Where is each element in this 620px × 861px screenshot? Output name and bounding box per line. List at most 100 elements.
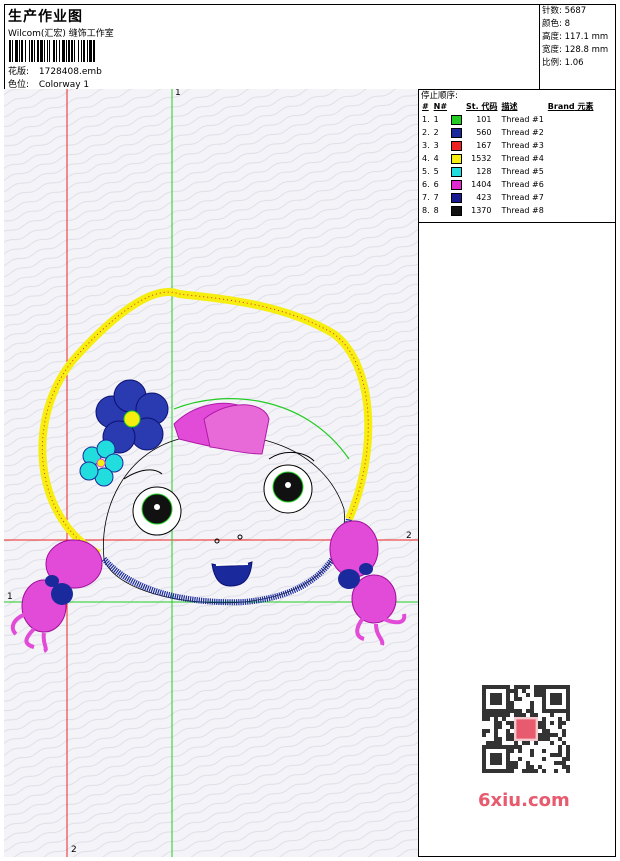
row-index: 3. — [422, 141, 430, 150]
row-index: 8. — [422, 206, 430, 215]
color-swatch — [451, 127, 463, 138]
row-index: 5. — [422, 167, 430, 176]
row-brand — [546, 191, 596, 204]
page-title: 生产作业图 — [8, 9, 83, 25]
row-swatch — [449, 126, 464, 139]
right-eye — [263, 464, 313, 514]
row-desc: Thread #1 — [501, 115, 544, 124]
stitch-count-value: 5687 — [564, 6, 587, 16]
scale-label: 比例: — [542, 58, 562, 68]
col-header-swatch — [449, 100, 464, 113]
row-brand — [546, 178, 596, 191]
design-file-value: 1728408.emb — [38, 67, 102, 77]
table-row: 1. 1 101 Thread #1 — [420, 113, 595, 126]
row-n: 5 — [433, 167, 439, 176]
col-header-st: St. 代码 — [464, 100, 499, 113]
row-index: 4. — [422, 154, 430, 163]
color-swatch — [451, 205, 463, 216]
guide-label-top: 1 — [175, 89, 181, 98]
barcode — [9, 40, 95, 62]
height-label: 高度: — [542, 32, 562, 42]
guide-label-right: 2 — [406, 531, 412, 541]
stop-sequence-table: # N# St. 代码 描述 Brand 元素 1. 1 101 Thread #1 2… — [420, 100, 595, 217]
guide-label-left: 1 — [7, 592, 13, 602]
row-code: 1404 — [471, 180, 492, 189]
col-header-brand: Brand 元素 — [546, 100, 596, 113]
row-desc: Thread #8 — [501, 206, 544, 215]
row-code: 167 — [476, 141, 492, 150]
design-canvas: 1 2 1 2 — [4, 89, 419, 857]
row-desc: Thread #3 — [501, 141, 544, 150]
row-index: 1. — [422, 115, 430, 124]
bangs-middle — [203, 404, 270, 455]
col-header-st-label: St. — [466, 102, 479, 111]
row-brand — [546, 152, 596, 165]
row-index: 7. — [422, 193, 430, 202]
width-label: 宽度: — [542, 45, 562, 55]
col-header-brand-label: Brand — [547, 102, 575, 111]
table-header-row: # N# St. 代码 描述 Brand 元素 — [420, 100, 595, 113]
row-code: 101 — [476, 115, 492, 124]
row-desc: Thread #6 — [501, 180, 544, 189]
color-swatch — [451, 166, 463, 177]
col-header-n: N# — [433, 102, 448, 111]
row-desc: Thread #2 — [501, 128, 544, 137]
width-row: 宽度: 128.8 mm — [542, 44, 608, 57]
embroidery-artwork — [4, 89, 418, 857]
row-n: 2 — [433, 128, 439, 137]
color-count-row: 颜色: 8 — [542, 18, 608, 31]
row-index: 2. — [422, 128, 430, 137]
row-n: 7 — [433, 193, 439, 202]
row-swatch — [449, 191, 464, 204]
row-brand — [546, 204, 596, 217]
table-row: 7. 7 423 Thread #7 — [420, 191, 595, 204]
table-row: 8. 8 1370 Thread #8 — [420, 204, 595, 217]
row-brand — [546, 113, 596, 126]
row-n: 6 — [433, 180, 439, 189]
height-value: 117.1 mm — [564, 32, 609, 42]
row-code: 1532 — [471, 154, 492, 163]
table-row: 4. 4 1532 Thread #4 — [420, 152, 595, 165]
row-n: 3 — [433, 141, 439, 150]
col-header-desc: 描述 — [501, 102, 518, 111]
site-watermark: 6xiu.com — [478, 790, 570, 811]
left-eye — [132, 486, 182, 536]
table-row: 6. 6 1404 Thread #6 — [420, 178, 595, 191]
scale-value: 1.06 — [564, 58, 584, 68]
row-desc: Thread #7 — [501, 193, 544, 202]
color-swatch — [451, 153, 463, 164]
row-desc: Thread #5 — [501, 167, 544, 176]
table-row: 5. 5 128 Thread #5 — [420, 165, 595, 178]
design-stats: 针数: 5687 颜色: 8 高度: 117.1 mm 宽度: 128.8 mm… — [539, 4, 616, 90]
row-code: 1370 — [471, 206, 492, 215]
color-swatch — [451, 140, 463, 151]
header-info: 生产作业图 Wilcom(汇宏) 缝饰工作室 花版: 1728408.emb 色… — [4, 4, 540, 90]
color-count-label: 颜色: — [542, 19, 562, 29]
table-row: 2. 2 560 Thread #2 — [420, 126, 595, 139]
row-n: 1 — [433, 115, 439, 124]
row-swatch — [449, 165, 464, 178]
qr-code — [482, 685, 570, 773]
row-n: 8 — [433, 206, 439, 215]
width-value: 128.8 mm — [564, 45, 609, 55]
row-code: 128 — [476, 167, 492, 176]
color-swatch — [451, 179, 463, 190]
row-swatch — [449, 204, 464, 217]
scale-row: 比例: 1.06 — [542, 57, 608, 70]
row-desc: Thread #4 — [501, 154, 544, 163]
row-brand — [546, 165, 596, 178]
row-swatch — [449, 152, 464, 165]
row-brand — [546, 126, 596, 139]
row-swatch — [449, 113, 464, 126]
design-file-label: 花版: — [8, 67, 30, 77]
design-file-row: 花版: 1728408.emb — [8, 64, 102, 77]
col-header-index: # — [422, 102, 429, 111]
color-swatch — [451, 192, 463, 203]
stitch-count-label: 针数: — [542, 6, 562, 16]
row-code: 423 — [476, 193, 492, 202]
row-brand — [546, 139, 596, 152]
studio-name: Wilcom(汇宏) 缝饰工作室 — [8, 29, 114, 39]
col-header-code-label: 代码 — [481, 102, 498, 111]
color-swatch — [451, 114, 463, 125]
row-index: 6. — [422, 180, 430, 189]
